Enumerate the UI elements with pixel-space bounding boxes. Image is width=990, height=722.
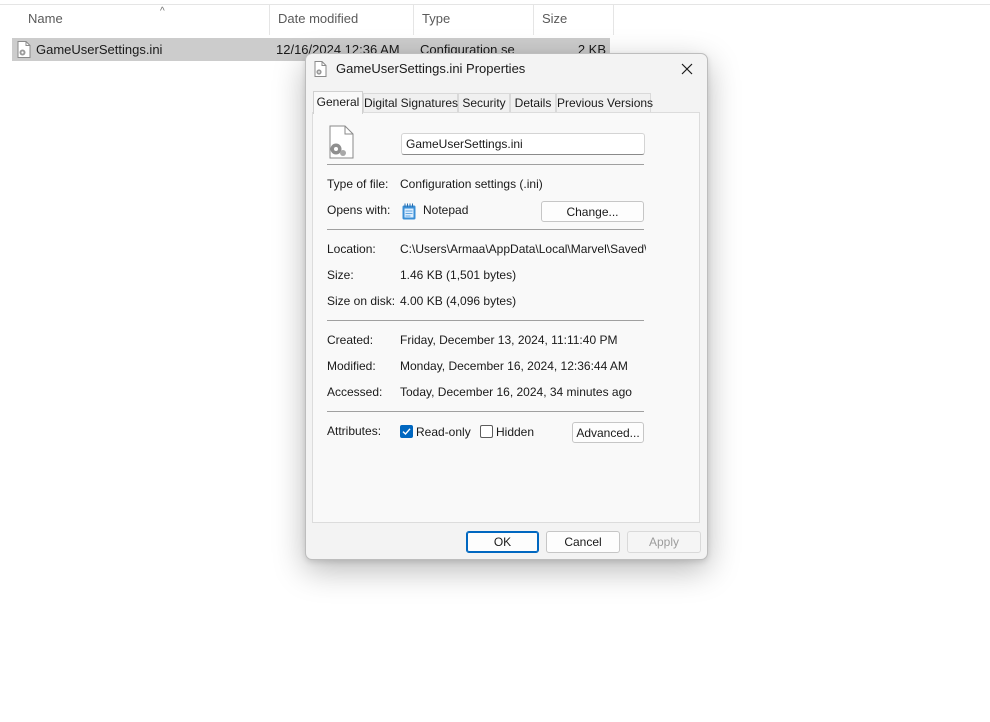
tab-security[interactable]: Security: [458, 93, 510, 113]
location-label: Location:: [327, 242, 376, 256]
accessed-value: Today, December 16, 2024, 34 minutes ago: [400, 385, 632, 399]
opens-with-label: Opens with:: [327, 203, 391, 217]
type-of-file-value: Configuration settings (.ini): [400, 177, 543, 191]
ok-button[interactable]: OK: [466, 531, 539, 553]
notepad-icon: [402, 203, 416, 220]
separator: [327, 411, 644, 412]
sort-ascending-icon: ^: [160, 6, 165, 17]
close-button[interactable]: [667, 54, 707, 84]
type-of-file-label: Type of file:: [327, 177, 389, 191]
location-value: C:\Users\Armaa\AppData\Local\Marvel\Save…: [400, 242, 646, 256]
cancel-button[interactable]: Cancel: [546, 531, 620, 553]
separator: [327, 164, 644, 165]
modified-value: Monday, December 16, 2024, 12:36:44 AM: [400, 359, 628, 373]
change-button[interactable]: Change...: [541, 201, 644, 222]
file-list-header: Name ^ Date modified Type Size: [0, 4, 990, 35]
separator: [327, 229, 644, 230]
column-header-type[interactable]: Type: [414, 5, 534, 35]
size-label: Size:: [327, 268, 354, 282]
checkmark-icon: [402, 428, 411, 436]
general-tab-panel: Type of file: Configuration settings (.i…: [312, 112, 700, 523]
advanced-button[interactable]: Advanced...: [572, 422, 644, 443]
config-file-icon: [314, 61, 327, 77]
opens-with-value: Notepad: [423, 203, 469, 217]
close-icon: [681, 63, 693, 75]
accessed-label: Accessed:: [327, 385, 383, 399]
column-header-name[interactable]: Name ^: [20, 5, 270, 35]
apply-button[interactable]: Apply: [627, 531, 701, 553]
config-file-icon: [329, 125, 354, 159]
tab-general[interactable]: General: [313, 91, 363, 114]
column-type-label: Type: [422, 11, 451, 26]
size-on-disk-value: 4.00 KB (4,096 bytes): [400, 294, 517, 308]
file-name: GameUserSettings.ini: [36, 42, 163, 57]
created-label: Created:: [327, 333, 374, 347]
dialog-title: GameUserSettings.ini Properties: [336, 61, 526, 76]
dialog-titlebar[interactable]: GameUserSettings.ini Properties: [306, 54, 707, 84]
properties-dialog: GameUserSettings.ini Properties General …: [305, 53, 708, 560]
column-date-label: Date modified: [278, 11, 359, 26]
size-on-disk-label: Size on disk:: [327, 294, 396, 308]
file-name-input[interactable]: [401, 133, 645, 155]
column-header-size[interactable]: Size: [534, 5, 614, 35]
read-only-label[interactable]: Read-only: [416, 425, 471, 439]
attributes-label: Attributes:: [327, 424, 382, 438]
separator: [327, 320, 644, 321]
hidden-label[interactable]: Hidden: [496, 425, 534, 439]
tab-details[interactable]: Details: [510, 93, 556, 113]
hidden-checkbox[interactable]: [480, 425, 493, 438]
size-value: 1.46 KB (1,501 bytes): [400, 268, 517, 282]
created-value: Friday, December 13, 2024, 11:11:40 PM: [400, 333, 618, 347]
modified-label: Modified:: [327, 359, 376, 373]
read-only-checkbox[interactable]: [400, 425, 413, 438]
tab-previous-versions[interactable]: Previous Versions: [556, 93, 653, 113]
tab-digital-signatures[interactable]: Digital Signatures: [363, 93, 458, 113]
column-header-date-modified[interactable]: Date modified: [270, 5, 414, 35]
column-name-label: Name: [28, 11, 63, 26]
column-size-label: Size: [542, 11, 568, 26]
config-file-icon: [17, 41, 31, 58]
